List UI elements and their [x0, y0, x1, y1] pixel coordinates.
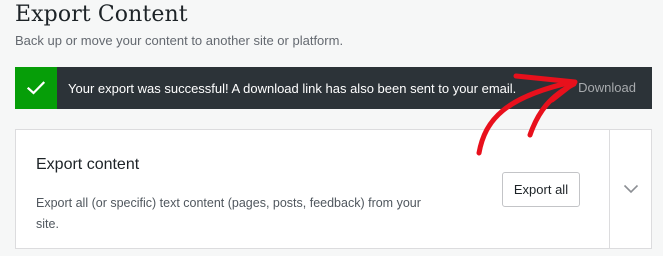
page-title: Export Content [15, 2, 188, 27]
page-subtitle: Back up or move your content to another … [15, 33, 344, 48]
expand-toggle[interactable] [610, 130, 652, 248]
export-content-card: Export content Export all (or specific) … [15, 129, 652, 249]
card-description: Export all (or specific) text content (p… [36, 196, 421, 231]
download-link[interactable]: Download [578, 80, 636, 95]
checkmark-icon [15, 67, 57, 109]
notice-message: Your export was successful! A download l… [68, 80, 517, 96]
chevron-down-icon [623, 184, 639, 194]
export-all-button[interactable]: Export all [502, 172, 580, 207]
card-title: Export content [36, 156, 140, 173]
success-notice: Your export was successful! A download l… [15, 67, 652, 109]
